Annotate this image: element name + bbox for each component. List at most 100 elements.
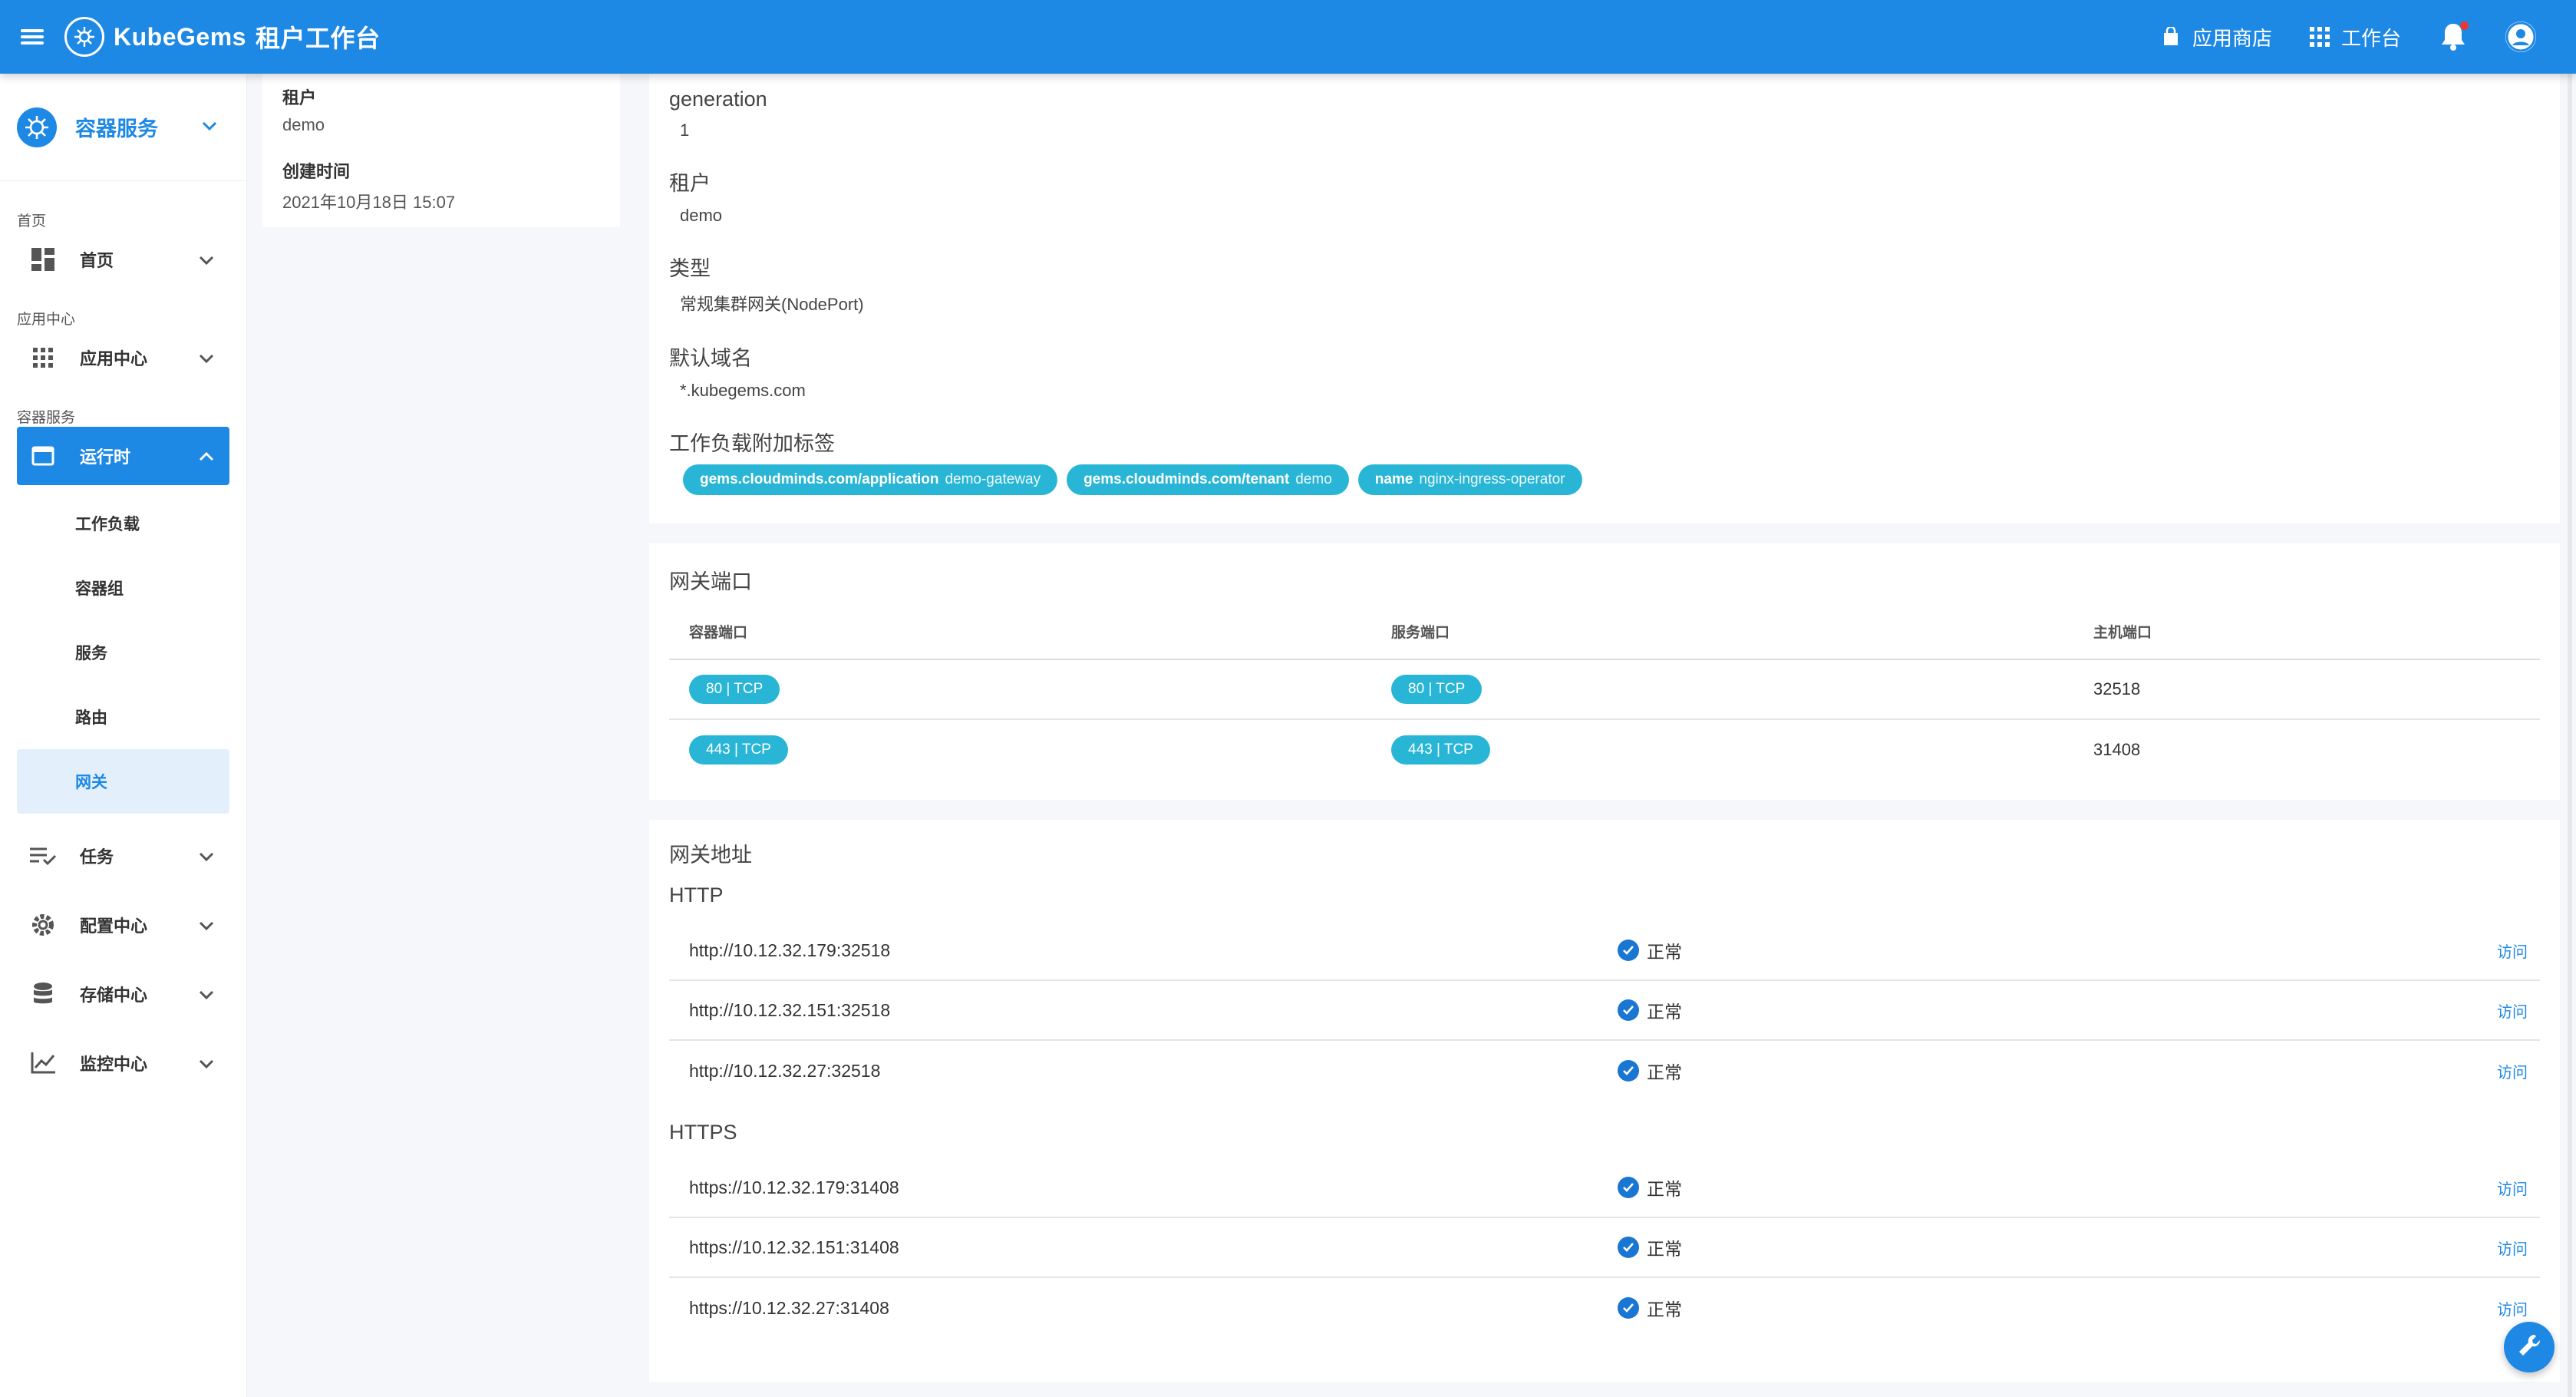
- menu-icon[interactable]: [0, 0, 64, 74]
- visit-link[interactable]: 访问: [2497, 940, 2528, 962]
- line-chart-icon: [29, 1049, 57, 1077]
- status: 正常: [1618, 1058, 2477, 1084]
- window-icon: [29, 442, 57, 470]
- wrench-tool-button[interactable]: [2504, 1322, 2555, 1372]
- sidebar-item-runtime[interactable]: 运行时: [17, 427, 229, 485]
- address-title: 网关地址: [669, 844, 752, 867]
- label-chip: gems.cloudminds.com/application demo-gate…: [683, 464, 1058, 495]
- gateway-ports-card: 网关端口 容器端口 服务端口 主机端口 80 | TCP 80 | TCP 32…: [649, 543, 2560, 800]
- http-title: HTTP: [669, 883, 724, 907]
- gear-icon: [29, 911, 57, 939]
- list-item: http://10.12.32.151:32518 正常 访问: [669, 981, 2540, 1041]
- visit-link[interactable]: 访问: [2497, 999, 2528, 1022]
- tenant-value: demo: [680, 206, 723, 225]
- sidebar-item-storage[interactable]: 存储中心: [0, 959, 246, 1029]
- check-circle-icon: [1618, 1060, 1639, 1082]
- tenant-label: 租户: [282, 88, 317, 107]
- visit-link[interactable]: 访问: [2497, 1237, 2528, 1259]
- list-item: http://10.12.32.27:32518 正常 访问: [669, 1041, 2540, 1101]
- status: 正常: [1618, 1234, 2477, 1260]
- workload-labels-label: 工作负载附加标签: [669, 432, 835, 455]
- chevron-up-icon: [199, 446, 214, 466]
- apps-grid-icon: [29, 344, 57, 372]
- shopping-bag-icon: [2160, 26, 2182, 48]
- sidebar-item-label: 运行时: [80, 448, 131, 467]
- column-header: 容器端口: [669, 621, 1371, 660]
- section-app-center: 应用中心: [17, 312, 76, 328]
- checklist-icon: [29, 842, 57, 870]
- https-address-list: https://10.12.32.179:31408 正常 访问 https:/…: [669, 1158, 2540, 1338]
- sidebar-header[interactable]: 容器服务: [0, 74, 246, 181]
- section-home: 首页: [17, 213, 47, 230]
- gateway-info-card: 租户 demo 创建时间 2021年10月18日 15:07: [262, 74, 620, 227]
- address-url: http://10.12.32.27:32518: [689, 1060, 881, 1081]
- label-chip: gems.cloudminds.com/tenant demo: [1067, 464, 1349, 495]
- visit-link[interactable]: 访问: [2497, 1060, 2528, 1082]
- sidebar-item-app-center[interactable]: 应用中心: [0, 329, 246, 387]
- default-domain-value: *.kubegems.com: [680, 381, 806, 400]
- chevron-down-icon: [199, 915, 214, 935]
- workbench-label: 工作台: [2340, 26, 2401, 50]
- kubegems-logo-icon: [64, 17, 104, 57]
- sidebar-item-label: 配置中心: [80, 916, 148, 936]
- table-row: 443 | TCP 443 | TCP 31408: [669, 719, 2540, 779]
- list-item: https://10.12.32.27:31408 正常 访问: [669, 1278, 2540, 1338]
- ports-title: 网关端口: [669, 570, 752, 593]
- chevron-down-icon: [199, 348, 214, 368]
- gateway-address-card: 网关地址 HTTP http://10.12.32.179:32518 正常 访…: [649, 820, 2560, 1382]
- type-label: 类型: [669, 257, 711, 280]
- sidebar-item-home[interactable]: 首页: [0, 230, 246, 289]
- notification-dot: [2460, 21, 2469, 30]
- list-item: http://10.12.32.179:32518 正常 访问: [669, 921, 2540, 981]
- sidebar-item-config[interactable]: 配置中心: [0, 890, 246, 959]
- check-circle-icon: [1618, 999, 1639, 1021]
- status-text: 正常: [1647, 1179, 1682, 1199]
- app-store-label: 应用商店: [2192, 26, 2272, 50]
- visit-link[interactable]: 访问: [2497, 1297, 2528, 1319]
- dashboard-icon: [29, 246, 57, 273]
- apps-grid-icon: [2309, 26, 2330, 48]
- tenant-label: 租户: [669, 172, 711, 195]
- visit-link[interactable]: 访问: [2497, 1177, 2528, 1199]
- sidebar-sub-services[interactable]: 服务: [0, 620, 246, 685]
- brand-name: KubeGems: [114, 22, 246, 51]
- address-url: http://10.12.32.151:32518: [689, 999, 891, 1020]
- chevron-down-icon: [199, 846, 214, 866]
- sidebar-item-label: 监控中心: [80, 1055, 148, 1074]
- sidebar-item-task[interactable]: 任务: [0, 821, 246, 890]
- notification-bell-icon[interactable]: [2438, 21, 2469, 52]
- default-domain-label: 默认域名: [669, 347, 752, 370]
- account-avatar-icon[interactable]: [2505, 21, 2536, 52]
- sidebar-header-label: 容器服务: [75, 117, 158, 140]
- check-circle-icon: [1618, 940, 1639, 961]
- column-header: 主机端口: [2073, 621, 2540, 660]
- database-icon: [29, 980, 57, 1008]
- address-url: https://10.12.32.179:31408: [689, 1177, 899, 1197]
- host-port: 32518: [2073, 659, 2540, 720]
- page-scrollbar[interactable]: [2568, 74, 2572, 1397]
- created-label: 创建时间: [282, 162, 351, 181]
- app-store-button[interactable]: 应用商店: [2160, 23, 2272, 51]
- workload-labels: gems.cloudminds.com/application demo-gate…: [683, 464, 2540, 495]
- sidebar: 容器服务 首页 首页 应用中心 应用中心 容器服务 运行时 工作负载 容器组 服…: [0, 74, 247, 1397]
- brand[interactable]: KubeGems 租户工作台: [64, 17, 380, 57]
- workspace-title: 租户工作台: [255, 25, 381, 52]
- created-value: 2021年10月18日 15:07: [282, 193, 456, 212]
- sidebar-item-label: 应用中心: [80, 349, 148, 368]
- host-port: 31408: [2093, 739, 2141, 759]
- sidebar-sub-pods[interactable]: 容器组: [0, 556, 246, 620]
- sidebar-item-monitor[interactable]: 监控中心: [0, 1029, 246, 1098]
- status: 正常: [1618, 1295, 2477, 1321]
- sidebar-sub-routes[interactable]: 路由: [0, 685, 246, 749]
- sidebar-sub-gateway[interactable]: 网关: [17, 749, 229, 814]
- check-circle-icon: [1618, 1297, 1639, 1319]
- sidebar-sub-workload[interactable]: 工作负载: [0, 491, 246, 556]
- status: 正常: [1618, 1174, 2477, 1200]
- gateway-metadata-card: generation 1 租户 demo 类型 常规集群网关(NodePort)…: [649, 74, 2560, 523]
- sidebar-item-label: 存储中心: [80, 986, 148, 1005]
- port-chip: 443 | TCP: [1391, 735, 1490, 765]
- address-url: https://10.12.32.151:31408: [689, 1237, 899, 1257]
- tenant-value: demo: [282, 115, 325, 134]
- status: 正常: [1618, 937, 2477, 963]
- workbench-button[interactable]: 工作台: [2309, 23, 2401, 51]
